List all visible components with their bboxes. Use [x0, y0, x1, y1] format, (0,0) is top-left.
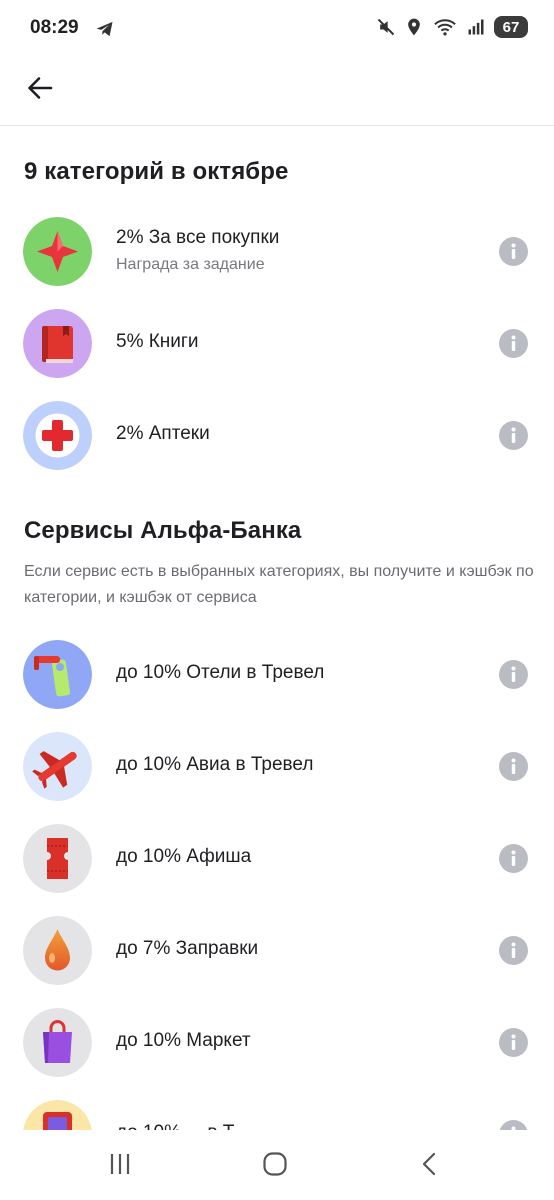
info-icon[interactable] — [499, 1120, 528, 1130]
category-row[interactable]: 2% Аптеки — [0, 395, 554, 475]
service-icon-bg — [23, 916, 92, 985]
status-time: 08:29 — [30, 17, 79, 38]
home-icon — [263, 1152, 287, 1176]
service-icon-bg — [23, 732, 92, 801]
service-row[interactable]: до 10% Авиа в Тревел — [0, 726, 554, 806]
category-icon-bg — [23, 309, 92, 378]
partial-icon — [23, 1100, 92, 1130]
info-icon[interactable] — [499, 660, 528, 689]
top-bar — [0, 58, 554, 126]
signal-icon — [468, 19, 484, 35]
service-icon-bg — [23, 824, 92, 893]
service-icon-bg — [23, 640, 92, 709]
service-title: до 10% Отели в Тревел — [116, 662, 325, 683]
service-title: до 10% Маркет — [116, 1030, 251, 1051]
info-icon[interactable] — [499, 237, 528, 266]
telegram-icon — [96, 21, 113, 37]
shopping-bag-icon — [23, 1008, 92, 1077]
service-title: до 10% Афиша — [116, 846, 252, 867]
status-bar: 08:29 67 — [0, 0, 554, 58]
category-row[interactable]: 2% За все покупки Награда за задание — [0, 211, 554, 291]
home-button[interactable] — [255, 1146, 295, 1182]
category-title: 5% Книги — [116, 331, 199, 352]
service-icon-bg — [23, 1008, 92, 1077]
wifi-icon — [434, 19, 456, 36]
category-icon-bg — [23, 401, 92, 470]
back-button[interactable] — [22, 70, 58, 106]
service-icon-bg — [23, 1100, 92, 1130]
service-title: до 10% Авиа в Тревел — [116, 754, 314, 775]
info-icon[interactable] — [499, 1028, 528, 1057]
services-description: Если сервис есть в выбранных категориях,… — [24, 563, 534, 606]
service-row[interactable]: до 10% ... в Т... — [0, 1094, 554, 1130]
ticket-icon — [23, 824, 92, 893]
mute-icon — [377, 18, 395, 36]
service-row[interactable]: до 7% Заправки — [0, 910, 554, 990]
info-icon[interactable] — [499, 844, 528, 873]
airplane-icon — [23, 732, 92, 801]
info-icon[interactable] — [499, 421, 528, 450]
recent-apps-button[interactable] — [100, 1146, 140, 1182]
info-icon[interactable] — [499, 329, 528, 358]
chevron-left-icon — [422, 1152, 436, 1176]
services-section-title: Сервисы Альфа-Банка — [24, 517, 302, 544]
arrow-left-icon — [28, 77, 53, 99]
service-row[interactable]: до 10% Маркет — [0, 1002, 554, 1082]
category-title: 2% За все покупки — [116, 227, 280, 248]
system-navigation-bar — [0, 1130, 554, 1200]
category-title: 2% Аптеки — [116, 423, 210, 444]
service-title: до 10% ... в Т... — [116, 1122, 248, 1130]
book-icon — [23, 309, 92, 378]
fuel-drop-icon — [23, 916, 92, 985]
service-row[interactable]: до 10% Афиша — [0, 818, 554, 898]
categories-section-title: 9 категорий в октябре — [24, 158, 289, 185]
location-icon — [408, 18, 420, 36]
category-icon-bg — [23, 217, 92, 286]
cashback-categories-list[interactable]: 9 категорий в октябре 2% За все покупки … — [0, 127, 554, 1130]
recent-apps-icon — [110, 1154, 130, 1174]
star-icon — [23, 217, 92, 286]
info-icon[interactable] — [499, 936, 528, 965]
hotel-door-hanger-icon — [23, 640, 92, 709]
pharmacy-cross-icon — [23, 401, 92, 470]
info-icon[interactable] — [499, 752, 528, 781]
back-nav-button[interactable] — [410, 1146, 450, 1182]
category-row[interactable]: 5% Книги — [0, 303, 554, 383]
category-subtitle: Награда за задание — [116, 256, 265, 273]
service-title: до 7% Заправки — [116, 938, 259, 959]
service-row[interactable]: до 10% Отели в Тревел — [0, 634, 554, 714]
battery-badge: 67 — [494, 16, 528, 38]
